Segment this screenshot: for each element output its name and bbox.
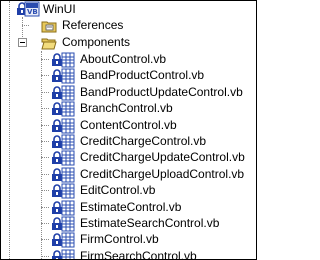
file-label: FirmControl.vb <box>80 232 159 246</box>
file-item[interactable]: EstimateControl.vb <box>1 199 251 216</box>
vb-badge-text: VB <box>27 8 38 16</box>
references-folder-icon <box>41 21 57 33</box>
references-node[interactable]: References <box>1 17 124 34</box>
file-item[interactable]: BandProductUpdateControl.vb <box>1 84 251 101</box>
file-item[interactable]: ContentControl.vb <box>1 117 251 134</box>
file-label: BandProductControl.vb <box>80 68 205 82</box>
vb-file-icon <box>61 216 75 232</box>
file-label: CreditChargeUploadControl.vb <box>80 167 245 181</box>
vb-file-icon <box>61 249 75 259</box>
vb-file-icon <box>61 183 75 199</box>
vb-file-icon <box>61 167 75 183</box>
file-label: AboutControl.vb <box>80 52 167 66</box>
file-item[interactable]: FirmSearchControl.vb <box>1 248 251 260</box>
tree-guide-line <box>41 157 49 158</box>
file-label: BandProductUpdateControl.vb <box>80 85 243 99</box>
tree-guide-line <box>41 174 49 175</box>
tree-guide-line <box>41 75 49 76</box>
vb-file-icon <box>61 52 75 68</box>
open-folder-icon <box>41 38 57 50</box>
components-label: Components <box>62 35 131 49</box>
components-node[interactable]: Components <box>1 34 131 51</box>
tree-guide-line <box>41 239 49 240</box>
tree-guide-line <box>41 141 49 142</box>
file-item[interactable]: BandProductControl.vb <box>1 67 251 84</box>
vb-file-icon <box>61 200 75 216</box>
vb-file-icon <box>61 232 75 248</box>
references-label: References <box>62 18 124 32</box>
project-node[interactable]: VB WinUI <box>1 1 121 18</box>
file-label: EstimateControl.vb <box>80 200 182 214</box>
vb-file-icon <box>61 150 75 166</box>
file-item[interactable]: CreditChargeControl.vb <box>1 133 251 150</box>
vb-file-icon <box>61 134 75 150</box>
vb-file-icon <box>61 68 75 84</box>
vb-file-icon <box>61 85 75 101</box>
file-item[interactable]: CreditChargeUpdateControl.vb <box>1 149 251 166</box>
file-label: BranchControl.vb <box>80 101 173 115</box>
collapse-toggle[interactable] <box>18 38 27 47</box>
tree-guide-line <box>41 207 49 208</box>
file-label: EditControl.vb <box>80 183 156 197</box>
tree-guide-line <box>41 190 49 191</box>
file-item[interactable]: BranchControl.vb <box>1 100 251 117</box>
file-item[interactable]: FirmControl.vb <box>1 231 251 248</box>
file-item[interactable]: EstimateSearchControl.vb <box>1 215 251 232</box>
tree-guide-line <box>41 223 49 224</box>
file-label: CreditChargeControl.vb <box>80 134 207 148</box>
tree-guide-line <box>41 108 49 109</box>
tree-guide-line <box>41 256 49 257</box>
vb-file-icon <box>61 101 75 117</box>
file-label: ContentControl.vb <box>80 118 177 132</box>
tree-guide-line <box>41 59 49 60</box>
tree-guide-line <box>41 125 49 126</box>
file-label: CreditChargeUpdateControl.vb <box>80 150 245 164</box>
file-item[interactable]: EditControl.vb <box>1 182 251 199</box>
project-label: WinUI <box>43 2 76 16</box>
tree-guide-line <box>41 92 49 93</box>
vb-file-icon <box>61 118 75 134</box>
solution-explorer-tree: VB WinUI References Components AboutCont… <box>0 0 257 260</box>
file-label: EstimateSearchControl.vb <box>80 216 220 230</box>
file-item[interactable]: AboutControl.vb <box>1 51 251 68</box>
file-label: FirmSearchControl.vb <box>80 249 197 260</box>
file-item[interactable]: CreditChargeUploadControl.vb <box>1 166 251 183</box>
vb-project-icon: VB <box>24 1 40 17</box>
